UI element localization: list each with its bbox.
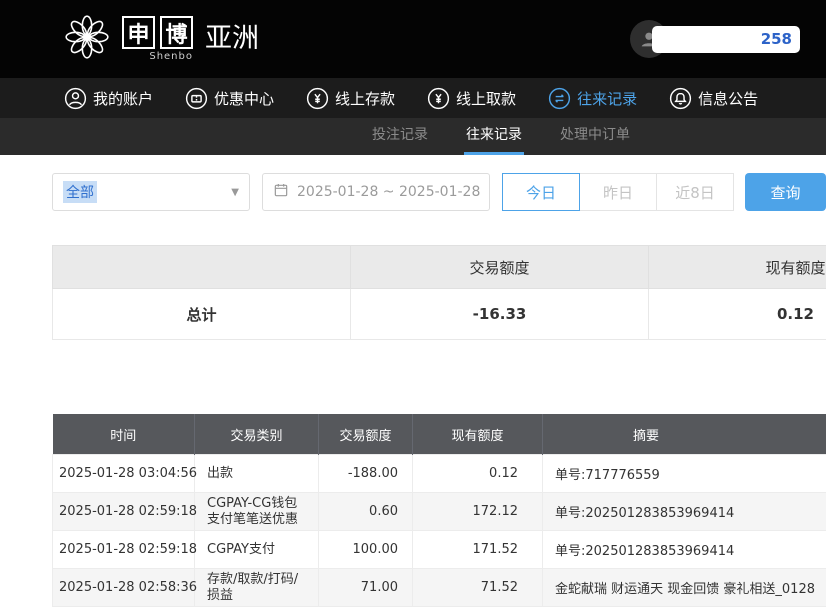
- tab-bet-records[interactable]: 投注记录: [370, 118, 430, 155]
- nav-item-announcements[interactable]: 信息公告: [669, 87, 758, 110]
- cell-balance: 172.12: [413, 493, 543, 531]
- nav-label: 往来记录: [577, 88, 637, 109]
- nav-item-my-account[interactable]: 我的账户: [64, 87, 153, 110]
- summary-row: 总计 -16.33 0.12: [53, 289, 826, 340]
- nav-item-promotions[interactable]: 优惠中心: [185, 87, 274, 110]
- cell-amount: 0.60: [319, 493, 413, 531]
- summary-header-balance: 现有额度: [649, 246, 826, 289]
- cell-type: CGPAY-CG钱包支付笔笔送优惠: [195, 493, 319, 531]
- cell-amount: 71.00: [319, 569, 413, 607]
- summary-total-amount: -16.33: [351, 289, 649, 340]
- nav-item-deposit[interactable]: 线上存款: [306, 87, 395, 110]
- summary-header-empty: [53, 246, 351, 289]
- table-row: 2025-01-28 02:59:18 CGPAY-CG钱包支付笔笔送优惠 0.…: [53, 493, 826, 531]
- col-header-amount: 交易额度: [319, 414, 413, 455]
- account-name-masked: 258: [652, 26, 800, 53]
- withdraw-coin-icon: [427, 87, 450, 110]
- col-header-type: 交易类别: [195, 414, 319, 455]
- cell-time: 2025-01-28 03:04:56: [53, 455, 195, 493]
- brand-char-1: 申: [122, 16, 155, 49]
- top-header: 申 博 Shenbo 亚洲 258: [0, 0, 826, 78]
- records-table: 时间 交易类别 交易额度 现有额度 摘要 2025-01-28 03:04:56…: [52, 414, 826, 607]
- deposit-coin-icon: [306, 87, 329, 110]
- brand-char-2: 博: [160, 16, 193, 49]
- brand-logo[interactable]: 申 博 Shenbo 亚洲: [62, 12, 259, 66]
- cell-balance: 171.52: [413, 531, 543, 569]
- quick-yesterday-button[interactable]: 昨日: [579, 173, 657, 211]
- cell-amount: 100.00: [319, 531, 413, 569]
- cell-memo: 单号:717776559: [543, 455, 826, 493]
- table-row: 2025-01-28 02:58:36 存款/取款/打码/损益 71.00 71…: [53, 569, 826, 607]
- nav-item-withdraw[interactable]: 线上取款: [427, 87, 516, 110]
- filter-bar: 全部 ▼ 2025-01-28 ~ 2025-01-28 今日 昨日 近8日 查…: [52, 173, 826, 211]
- nav-label: 优惠中心: [214, 88, 274, 109]
- account-icon: [64, 87, 87, 110]
- nav-label: 信息公告: [698, 88, 758, 109]
- cell-type: 出款: [195, 455, 319, 493]
- date-range-value: 2025-01-28 ~ 2025-01-28: [297, 184, 480, 200]
- tab-pending-orders[interactable]: 处理中订单: [558, 118, 632, 155]
- brand-name-en: Shenbo: [149, 51, 193, 62]
- coupon-icon: [185, 87, 208, 110]
- summary-total-label: 总计: [53, 289, 351, 340]
- flower-logo-icon: [62, 12, 112, 66]
- content: 全部 ▼ 2025-01-28 ~ 2025-01-28 今日 昨日 近8日 查…: [0, 155, 826, 607]
- nav-label: 线上取款: [456, 88, 516, 109]
- col-header-time: 时间: [53, 414, 195, 455]
- summary-header-amount: 交易额度: [351, 246, 649, 289]
- cell-memo: 金蛇献瑞 财运通天 现金回馈 豪礼相送_0128: [543, 569, 826, 607]
- col-header-memo: 摘要: [543, 414, 826, 455]
- cell-memo: 单号:202501283853969414: [543, 531, 826, 569]
- cell-balance: 71.52: [413, 569, 543, 607]
- nav-label: 我的账户: [93, 88, 153, 109]
- calendar-icon: [273, 182, 289, 202]
- cell-type: 存款/取款/打码/损益: [195, 569, 319, 607]
- type-select-value: 全部: [63, 181, 97, 203]
- quick-date-group: 今日 昨日 近8日: [502, 173, 734, 211]
- cell-amount: -188.00: [319, 455, 413, 493]
- tab-transaction-records[interactable]: 往来记录: [464, 118, 524, 155]
- cell-balance: 0.12: [413, 455, 543, 493]
- quick-today-button[interactable]: 今日: [502, 173, 580, 211]
- transfer-arrows-icon: [548, 87, 571, 110]
- brand-name-cn: 申 博 Shenbo: [122, 16, 193, 62]
- col-header-balance: 现有额度: [413, 414, 543, 455]
- summary-total-balance: 0.12: [649, 289, 826, 340]
- table-row: 2025-01-28 03:04:56 出款 -188.00 0.12 单号:7…: [53, 455, 826, 493]
- bell-icon: [669, 87, 692, 110]
- nav-item-transactions[interactable]: 往来记录: [548, 87, 637, 110]
- main-nav: 我的账户 优惠中心 线上存款 线上取款: [0, 78, 826, 118]
- sub-nav: 投注记录 往来记录 处理中订单: [0, 118, 826, 155]
- summary-table: 交易额度 现有额度 总计 -16.33 0.12: [52, 245, 826, 340]
- cell-time: 2025-01-28 02:59:18: [53, 493, 195, 531]
- table-row: 2025-01-28 02:59:18 CGPAY支付 100.00 171.5…: [53, 531, 826, 569]
- type-select[interactable]: 全部 ▼: [52, 173, 250, 211]
- date-range-input[interactable]: 2025-01-28 ~ 2025-01-28: [262, 173, 490, 211]
- account-area[interactable]: 258: [630, 20, 800, 58]
- search-button[interactable]: 查询: [745, 173, 826, 211]
- chevron-down-icon: ▼: [231, 187, 239, 198]
- brand-region: 亚洲: [205, 16, 259, 55]
- cell-type: CGPAY支付: [195, 531, 319, 569]
- cell-memo: 单号:202501283853969414: [543, 493, 826, 531]
- nav-label: 线上存款: [335, 88, 395, 109]
- records-header-row: 时间 交易类别 交易额度 现有额度 摘要: [53, 414, 826, 455]
- cell-time: 2025-01-28 02:58:36: [53, 569, 195, 607]
- cell-time: 2025-01-28 02:59:18: [53, 531, 195, 569]
- quick-last8days-button[interactable]: 近8日: [656, 173, 734, 211]
